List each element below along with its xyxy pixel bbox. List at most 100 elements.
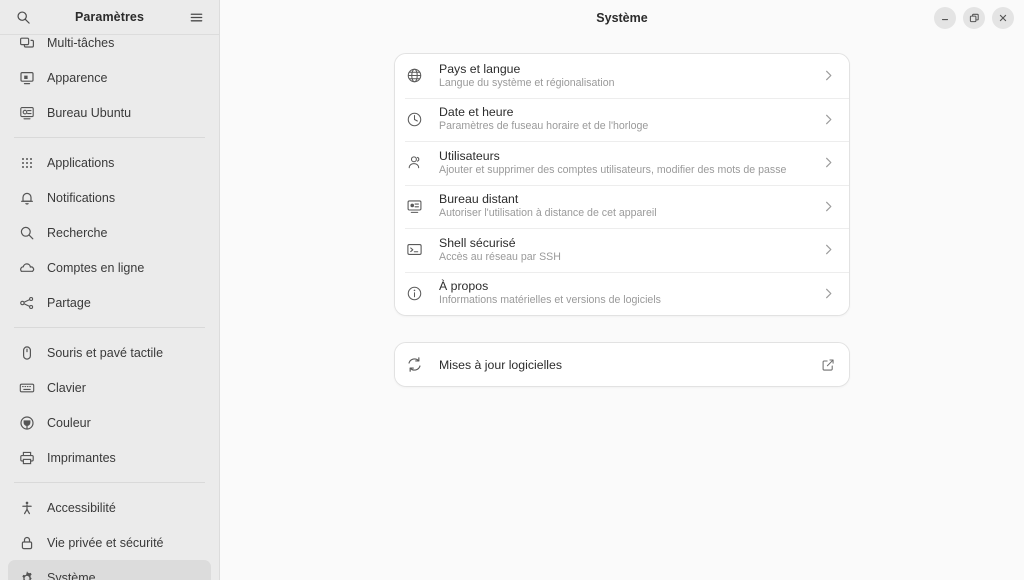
sidebar-item-printers[interactable]: Imprimantes — [8, 440, 211, 475]
window-controls — [934, 0, 1014, 35]
sidebar-item-search[interactable]: Recherche — [8, 215, 211, 250]
chevron-right-icon — [821, 199, 835, 213]
row-remote-desktop[interactable]: Bureau distant Autoriser l'utilisation à… — [395, 184, 849, 228]
sidebar-divider — [14, 137, 205, 138]
sidebar-divider — [14, 327, 205, 328]
terminal-icon — [405, 241, 423, 259]
row-title: Date et heure — [439, 105, 514, 120]
sidebar-item-label: Multi-tâches — [47, 35, 115, 50]
sidebar-item-label: Bureau Ubuntu — [47, 105, 132, 120]
main-header: Système — [220, 0, 1024, 35]
software-updates-group: Mises à jour logicielles — [394, 342, 850, 387]
row-country-language[interactable]: Pays et langue Langue du système et régi… — [395, 54, 849, 98]
row-users[interactable]: Utilisateurs Ajouter et supprimer des co… — [395, 141, 849, 185]
sidebar-item-multitasking[interactable]: Multi-tâches — [8, 35, 211, 60]
sidebar-item-privacy-security[interactable]: Vie privée et sécurité — [8, 525, 211, 560]
system-settings-group: Pays et langue Langue du système et régi… — [394, 53, 850, 316]
mouse-icon — [18, 344, 35, 361]
sidebar-item-sharing[interactable]: Partage — [8, 285, 211, 320]
cloud-icon — [18, 259, 35, 276]
sidebar-item-label: Apparence — [47, 70, 108, 85]
sidebar-item-mouse-touchpad[interactable]: Souris et pavé tactile — [8, 335, 211, 370]
sidebar-item-label: Vie privée et sécurité — [47, 535, 164, 550]
sidebar-item-label: Comptes en ligne — [47, 260, 145, 275]
chevron-right-icon — [821, 286, 835, 300]
chevron-right-icon — [821, 112, 835, 126]
ubuntu-desktop-icon — [18, 104, 35, 121]
row-text: Mises à jour logicielles — [439, 358, 820, 372]
sidebar-item-appearance[interactable]: Apparence — [8, 60, 211, 95]
multitasking-icon — [18, 35, 35, 51]
row-subtitle: Informations matérielles et versions de … — [439, 294, 661, 307]
page-title: Système — [596, 11, 647, 25]
sidebar: Paramètres Multi-tâches Apparence Bureau… — [0, 0, 220, 580]
sidebar-item-label: Accessibilité — [47, 500, 116, 515]
apps-grid-icon — [18, 154, 35, 171]
row-title: Bureau distant — [439, 192, 519, 207]
sidebar-divider — [14, 482, 205, 483]
row-text: À propos Informations matérielles et ver… — [439, 279, 821, 307]
row-subtitle: Langue du système et régionalisation — [439, 76, 615, 89]
sidebar-item-label: Partage — [47, 295, 91, 310]
row-subtitle: Ajouter et supprimer des comptes utilisa… — [439, 163, 787, 176]
main-area: Système Pays et langue Langue du système… — [220, 0, 1024, 580]
sidebar-item-label: Notifications — [47, 190, 116, 205]
row-subtitle: Autoriser l'utilisation à distance de ce… — [439, 207, 657, 220]
row-title: Utilisateurs — [439, 148, 500, 163]
accessibility-icon — [18, 499, 35, 516]
row-text: Shell sécurisé Accès au réseau par SSH — [439, 236, 821, 264]
row-subtitle: Accès au réseau par SSH — [439, 250, 561, 263]
globe-icon — [405, 67, 423, 85]
sidebar-item-ubuntu-desktop[interactable]: Bureau Ubuntu — [8, 95, 211, 130]
users-icon — [405, 154, 423, 172]
search-icon[interactable] — [10, 4, 36, 30]
sidebar-item-label: Imprimantes — [47, 450, 116, 465]
sidebar-item-accessibility[interactable]: Accessibilité — [8, 490, 211, 525]
sidebar-item-system[interactable]: Système — [8, 560, 211, 580]
sidebar-item-applications[interactable]: Applications — [8, 145, 211, 180]
row-title: Pays et langue — [439, 61, 521, 76]
row-text: Date et heure Paramètres de fuseau horai… — [439, 105, 821, 133]
sidebar-item-label: Système — [47, 570, 96, 580]
restore-button[interactable] — [963, 6, 985, 29]
settings-content: Pays et langue Langue du système et régi… — [220, 35, 1024, 580]
row-title: À propos — [439, 279, 489, 294]
lock-icon — [18, 534, 35, 551]
keyboard-icon — [18, 379, 35, 396]
row-title: Shell sécurisé — [439, 235, 516, 250]
row-about[interactable]: À propos Informations matérielles et ver… — [395, 271, 849, 315]
sidebar-scroll-area[interactable]: Multi-tâches Apparence Bureau Ubuntu App… — [0, 35, 219, 580]
external-link-icon — [820, 357, 835, 372]
sidebar-item-label: Recherche — [47, 225, 108, 240]
row-date-time[interactable]: Date et heure Paramètres de fuseau horai… — [395, 97, 849, 141]
sidebar-item-label: Couleur — [47, 415, 91, 430]
bell-icon — [18, 189, 35, 206]
row-software-updates[interactable]: Mises à jour logicielles — [395, 343, 849, 386]
appearance-icon — [18, 69, 35, 86]
row-secure-shell[interactable]: Shell sécurisé Accès au réseau par SSH — [395, 228, 849, 272]
close-button[interactable] — [992, 6, 1014, 29]
sidebar-item-online-accounts[interactable]: Comptes en ligne — [8, 250, 211, 285]
sidebar-item-notifications[interactable]: Notifications — [8, 180, 211, 215]
info-icon — [405, 284, 423, 302]
chevron-right-icon — [821, 156, 835, 170]
row-text: Bureau distant Autoriser l'utilisation à… — [439, 192, 821, 220]
sidebar-item-keyboard[interactable]: Clavier — [8, 370, 211, 405]
minimize-button[interactable] — [934, 6, 956, 29]
printer-icon — [18, 449, 35, 466]
sidebar-header: Paramètres — [0, 0, 219, 35]
row-subtitle: Paramètres de fuseau horaire et de l'hor… — [439, 120, 649, 133]
sidebar-item-color[interactable]: Couleur — [8, 405, 211, 440]
row-text: Utilisateurs Ajouter et supprimer des co… — [439, 149, 821, 177]
page-title-text: Système — [596, 10, 648, 25]
share-icon — [18, 294, 35, 311]
sidebar-title: Paramètres — [74, 10, 145, 24]
row-title: Mises à jour logicielles — [439, 357, 563, 372]
hamburger-menu-icon[interactable] — [183, 4, 209, 30]
clock-icon — [405, 110, 423, 128]
sidebar-item-label: Clavier — [47, 380, 86, 395]
gear-icon — [18, 569, 35, 580]
search-icon — [18, 224, 35, 241]
color-icon — [18, 414, 35, 431]
refresh-icon — [405, 356, 423, 374]
